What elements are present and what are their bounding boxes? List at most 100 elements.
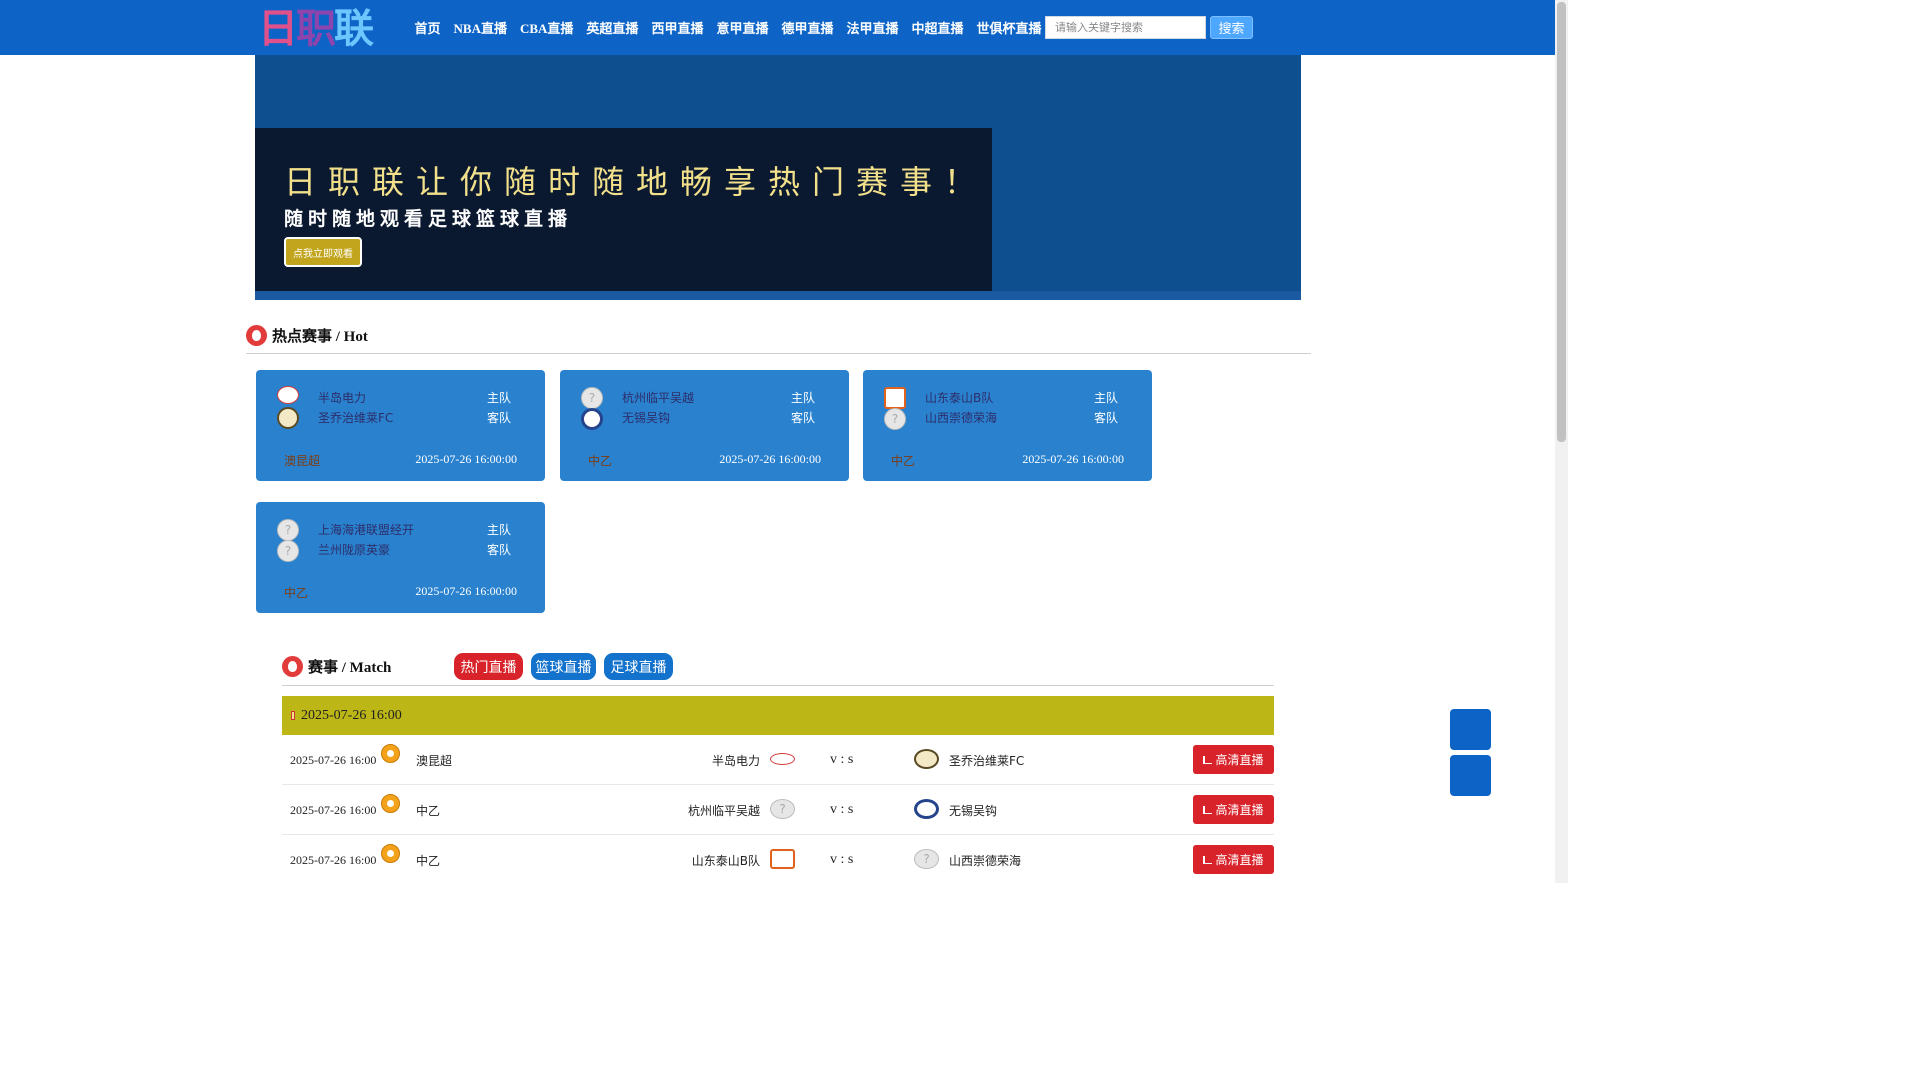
unknown-team-icon: ? xyxy=(277,519,299,541)
hd-live-button[interactable]: 高清直播 xyxy=(1193,795,1274,824)
away-team-name: 无锡吴钩 xyxy=(622,411,671,425)
live-button-label: 高清直播 xyxy=(1215,853,1264,867)
signal-bars-icon xyxy=(1203,805,1213,814)
match-row[interactable]: 2025-07-26 16:00 中乙 杭州临平吴越 ? v : s 无锡吴钩 … xyxy=(282,785,1274,835)
nav-bundesliga[interactable]: 德甲直播 xyxy=(781,18,833,37)
card-time: 2025-07-26 16:00:00 xyxy=(415,584,517,598)
nav-csl[interactable]: 中超直播 xyxy=(912,18,964,37)
gold-crest-icon xyxy=(277,407,299,429)
card-league: 中乙 xyxy=(588,454,613,468)
search-input[interactable] xyxy=(1045,16,1206,39)
search-button[interactable]: 搜索 xyxy=(1210,16,1253,39)
nav-serie-a[interactable]: 意甲直播 xyxy=(716,18,768,37)
site-logo[interactable]: 日职联 xyxy=(258,6,400,52)
hot-section-header: 热点赛事 / Hot xyxy=(246,325,368,346)
hot-match-card[interactable]: ? ? 上海海港联盟经开 兰州陇原英豪 主队 客队 中乙 2025-07-26 … xyxy=(256,502,545,613)
page: 日职联 首页 NBA直播 CBA直播 英超直播 西甲直播 意甲直播 德甲直播 法… xyxy=(0,0,1568,883)
match-row[interactable]: 2025-07-26 16:00 中乙 山东泰山B队 v : s ? 山西崇德荣… xyxy=(282,835,1274,883)
match-league[interactable]: 澳昆超 xyxy=(416,752,452,769)
unknown-team-icon: ? xyxy=(884,408,906,430)
football-icon xyxy=(381,744,400,763)
home-role-label: 主队 xyxy=(487,391,512,405)
card-league: 中乙 xyxy=(891,454,916,468)
blue-crest-icon xyxy=(581,408,603,430)
tab-hot-live[interactable]: 热门直播 xyxy=(454,653,523,680)
match-section-title: 赛事 / Match xyxy=(308,660,392,676)
hot-divider xyxy=(246,353,1311,354)
top-nav-bar: 日职联 首页 NBA直播 CBA直播 英超直播 西甲直播 意甲直播 德甲直播 法… xyxy=(0,0,1555,55)
nav-home[interactable]: 首页 xyxy=(415,18,441,37)
logo-char-3: 联 xyxy=(334,6,374,52)
card-time: 2025-07-26 16:00:00 xyxy=(719,452,821,466)
hd-live-button[interactable]: 高清直播 xyxy=(1193,845,1274,874)
home-team[interactable]: 半岛电力 xyxy=(712,752,760,769)
tab-basketball-live[interactable]: 篮球直播 xyxy=(531,653,596,680)
score-placeholder: v : s xyxy=(830,852,854,867)
main-nav: 首页 NBA直播 CBA直播 英超直播 西甲直播 意甲直播 德甲直播 法甲直播 … xyxy=(408,0,1048,55)
home-team[interactable]: 山东泰山B队 xyxy=(692,852,760,869)
float-action-button-top[interactable] xyxy=(1450,709,1491,750)
hot-match-card[interactable]: ? 杭州临平吴越 无锡吴钩 主队 客队 中乙 2025-07-26 16:00:… xyxy=(560,370,849,481)
unknown-team-icon: ? xyxy=(277,540,299,562)
home-role-label: 主队 xyxy=(1094,391,1119,405)
nav-club-world-cup[interactable]: 世俱杯直播 xyxy=(977,18,1042,37)
nav-cba[interactable]: CBA直播 xyxy=(520,18,573,37)
match-section-header: 赛事 / Match xyxy=(282,656,391,677)
home-role-label: 主队 xyxy=(791,391,816,405)
unknown-team-icon: ? xyxy=(770,799,795,819)
card-time: 2025-07-26 16:00:00 xyxy=(415,452,517,466)
hot-match-card[interactable]: ? 山东泰山B队 山西崇德荣海 主队 客队 中乙 2025-07-26 16:0… xyxy=(863,370,1152,481)
home-team[interactable]: 杭州临平吴越 xyxy=(688,802,760,819)
tab-football-live[interactable]: 足球直播 xyxy=(604,653,673,680)
away-team[interactable]: 山西崇德荣海 xyxy=(949,852,1021,869)
nav-premier-league[interactable]: 英超直播 xyxy=(586,18,638,37)
home-team-name: 山东泰山B队 xyxy=(925,391,994,405)
away-role-label: 客队 xyxy=(1094,411,1119,425)
home-role-label: 主队 xyxy=(487,523,512,537)
hd-live-button[interactable]: 高清直播 xyxy=(1193,745,1274,774)
score-placeholder: v : s xyxy=(830,752,854,767)
home-team-name: 半岛电力 xyxy=(318,391,367,405)
away-team-name: 圣乔治维莱FC xyxy=(318,411,394,425)
scrollbar-thumb[interactable] xyxy=(1557,2,1566,442)
red-crest-icon xyxy=(770,753,795,765)
signal-bars-icon xyxy=(1203,755,1213,764)
nav-ligue-1[interactable]: 法甲直播 xyxy=(846,18,898,37)
match-time: 2025-07-26 16:00 xyxy=(290,853,377,867)
orange-shield-icon xyxy=(770,849,795,869)
nav-nba[interactable]: NBA直播 xyxy=(454,18,507,37)
home-team-name: 上海海港联盟经开 xyxy=(318,523,415,537)
unknown-team-icon: ? xyxy=(914,849,939,869)
logo-char-2: 职 xyxy=(296,6,336,52)
signal-bars-icon xyxy=(1203,855,1213,864)
blue-crest-icon xyxy=(914,799,939,819)
banner-watch-button[interactable]: 点我立即观看 xyxy=(284,237,362,267)
banner-subline: 随时随地观看足球篮球直播 xyxy=(284,208,573,230)
football-icon xyxy=(381,844,400,863)
hot-section-title: 热点赛事 / Hot xyxy=(272,329,368,345)
live-button-label: 高清直播 xyxy=(1215,753,1264,767)
football-icon xyxy=(381,794,400,813)
away-team[interactable]: 圣乔治维莱FC xyxy=(949,752,1024,769)
float-action-button-bottom[interactable] xyxy=(1450,755,1491,796)
away-role-label: 客队 xyxy=(791,411,816,425)
flame-icon xyxy=(246,325,267,346)
match-time: 2025-07-26 16:00 xyxy=(290,803,377,817)
nav-la-liga[interactable]: 西甲直播 xyxy=(651,18,703,37)
match-row[interactable]: 2025-07-26 16:00 澳昆超 半岛电力 v : s 圣乔治维莱FC … xyxy=(282,735,1274,785)
away-team[interactable]: 无锡吴钩 xyxy=(949,802,997,819)
logo-char-1: 日 xyxy=(258,6,298,52)
banner-bottom-strip xyxy=(255,291,1301,300)
match-time: 2025-07-26 16:00 xyxy=(290,753,377,767)
match-divider xyxy=(282,685,1274,686)
banner-headline: 日职联让你随时随地畅享热门赛事！ xyxy=(284,163,989,201)
home-team-name: 杭州临平吴越 xyxy=(622,391,695,405)
card-league: 中乙 xyxy=(284,586,309,600)
gold-crest-icon xyxy=(914,749,939,769)
away-team-name: 山西崇德荣海 xyxy=(925,411,998,425)
score-placeholder: v : s xyxy=(830,802,854,817)
match-league[interactable]: 中乙 xyxy=(416,852,440,869)
away-role-label: 客队 xyxy=(487,543,512,557)
match-league[interactable]: 中乙 xyxy=(416,802,440,819)
hot-match-card[interactable]: 半岛电力 圣乔治维莱FC 主队 客队 澳昆超 2025-07-26 16:00:… xyxy=(256,370,545,481)
